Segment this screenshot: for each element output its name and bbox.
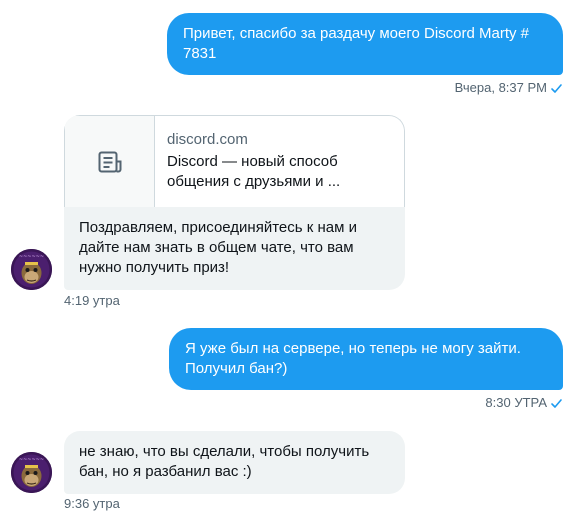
ape-avatar-icon: ~~~~~~ [11,452,52,493]
link-domain: discord.com [167,131,248,148]
svg-text:~~~~~~: ~~~~~~ [19,254,44,260]
svg-text:~~~~~~: ~~~~~~ [19,457,44,463]
check-icon [551,83,562,93]
message-timestamp-row: 8:30 УТРА [485,395,563,411]
incoming-message-bubble[interactable]: не знаю, что вы сделали, чтобы получить … [64,431,405,494]
document-icon [98,151,121,172]
message-timestamp-row: Вчера, 8:37 PM [455,80,563,96]
message-text: не знаю, что вы сделали, чтобы получить … [79,443,370,480]
avatar[interactable]: ~~~~~~ [11,249,52,290]
ape-avatar-icon: ~~~~~~ [11,249,52,290]
message-time: Вчера, 8:37 PM [454,80,547,95]
link-thumbnail [65,116,155,207]
message-text: Поздравляем, присоединяйтесь к нам и дай… [64,207,405,290]
message-time: 4:19 утра [64,293,120,308]
link-preview-card[interactable]: discord.com Discord — новый способ общен… [64,115,405,207]
message-text: Привет, спасибо за раздачу моего Discord… [183,25,530,62]
link-description: Discord — новый способ общения с друзьям… [167,153,341,190]
avatar[interactable]: ~~~~~~ [11,452,52,493]
message-time: 8:30 УТРА [485,395,547,410]
message-text: Я уже был на сервере, но теперь не могу … [185,340,521,377]
message-time: 9:36 утра [64,496,120,511]
outgoing-message-bubble[interactable]: Привет, спасибо за раздачу моего Discord… [167,13,563,75]
outgoing-message-bubble[interactable]: Я уже был на сервере, но теперь не могу … [169,328,563,390]
link-preview-message[interactable]: discord.com Discord — новый способ общен… [64,115,405,290]
check-icon [551,398,562,408]
